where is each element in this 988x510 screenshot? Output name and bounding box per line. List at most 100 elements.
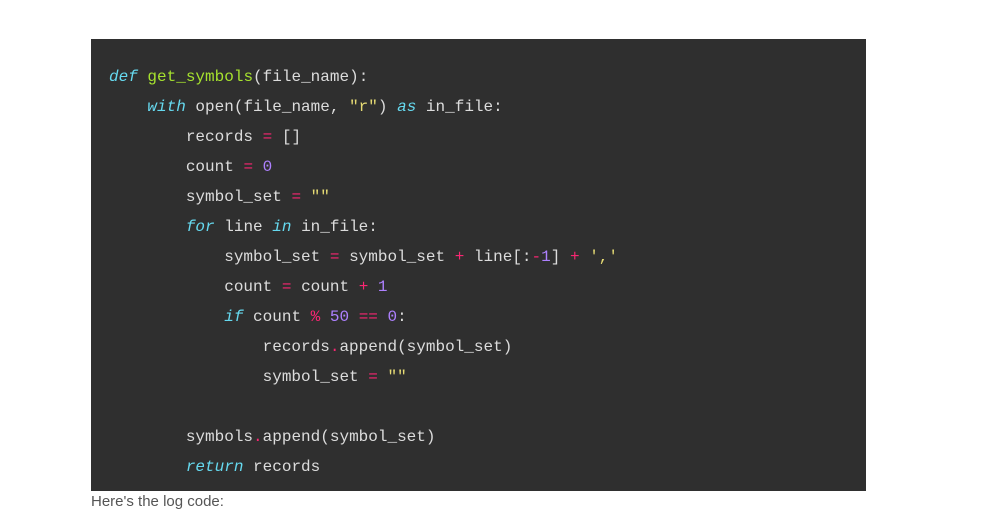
code-line: symbols.append(symbol_set)	[109, 422, 848, 452]
code-token	[109, 368, 263, 386]
code-token: ==	[359, 308, 378, 326]
code-token	[301, 188, 311, 206]
code-token	[580, 248, 590, 266]
code-token	[215, 218, 225, 236]
code-line: records.append(symbol_set)	[109, 332, 848, 362]
code-token: .	[253, 428, 263, 446]
code-token: line	[224, 218, 262, 236]
code-token	[109, 218, 186, 236]
code-token: (	[253, 68, 263, 86]
code-token	[349, 308, 359, 326]
code-token: as	[397, 98, 416, 116]
code-token	[320, 308, 330, 326]
code-line: for line in in_file:	[109, 212, 848, 242]
code-token: )	[426, 428, 436, 446]
code-token: +	[570, 248, 580, 266]
code-token: records	[263, 338, 330, 356]
code-token: count	[301, 278, 349, 296]
code-token: 0	[263, 158, 273, 176]
code-token: (	[397, 338, 407, 356]
caption-below: Here's the log code:	[91, 493, 224, 510]
code-token	[272, 278, 282, 296]
code-token: open	[195, 98, 233, 116]
code-line: symbol_set = ""	[109, 362, 848, 392]
code-token	[320, 248, 330, 266]
code-token: ,	[330, 98, 349, 116]
code-token: +	[359, 278, 369, 296]
code-token	[359, 368, 369, 386]
code-line: records = []	[109, 122, 848, 152]
code-token: symbol_set	[186, 188, 282, 206]
code-token: =	[282, 278, 292, 296]
code-token	[272, 128, 282, 146]
code-token	[109, 248, 224, 266]
code-line: return records	[109, 452, 848, 482]
code-token: symbol_set	[224, 248, 320, 266]
code-token: records	[253, 458, 320, 476]
code-token: file_name	[263, 68, 349, 86]
code-token: )	[349, 68, 359, 86]
code-block: def get_symbols(file_name): with open(fi…	[91, 39, 866, 491]
code-token: =	[330, 248, 340, 266]
code-token: count	[186, 158, 234, 176]
code-token	[186, 98, 196, 116]
code-token: symbol_set	[407, 338, 503, 356]
code-token	[138, 68, 148, 86]
code-token: :	[397, 308, 407, 326]
code-token: []	[282, 128, 301, 146]
code-token	[109, 128, 186, 146]
code-token	[291, 218, 301, 236]
code-token: count	[224, 278, 272, 296]
code-token: :	[522, 248, 532, 266]
code-token	[368, 278, 378, 296]
code-token: 50	[330, 308, 349, 326]
code-token: (	[234, 98, 244, 116]
code-token: .	[330, 338, 340, 356]
code-token: get_symbols	[147, 68, 253, 86]
code-token	[291, 278, 301, 296]
code-token: symbol_set	[263, 368, 359, 386]
code-token: ]	[551, 248, 561, 266]
code-token	[109, 338, 263, 356]
code-token: ""	[311, 188, 330, 206]
code-token	[349, 278, 359, 296]
code-token	[282, 188, 292, 206]
code-token: if	[224, 308, 243, 326]
code-line: if count % 50 == 0:	[109, 302, 848, 332]
code-token	[109, 428, 186, 446]
code-token: 0	[388, 308, 398, 326]
code-token: in	[272, 218, 291, 236]
page: def get_symbols(file_name): with open(fi…	[0, 0, 988, 504]
code-token: append	[263, 428, 321, 446]
code-token	[339, 248, 349, 266]
code-token: for	[186, 218, 215, 236]
code-token	[253, 158, 263, 176]
code-token	[416, 98, 426, 116]
code-token: count	[253, 308, 301, 326]
code-token	[253, 128, 263, 146]
code-token: records	[186, 128, 253, 146]
code-token	[243, 458, 253, 476]
code-token: =	[263, 128, 273, 146]
code-token: ','	[589, 248, 618, 266]
code-token: :	[359, 68, 369, 86]
code-token: =	[291, 188, 301, 206]
code-token	[109, 188, 186, 206]
code-token: append	[339, 338, 397, 356]
code-token: in_file	[301, 218, 368, 236]
code-line	[109, 392, 848, 422]
code-token: 1	[378, 278, 388, 296]
code-token: line	[474, 248, 512, 266]
code-token: ""	[387, 368, 406, 386]
code-token	[234, 158, 244, 176]
code-token: %	[311, 308, 321, 326]
code-token	[387, 98, 397, 116]
code-line: count = 0	[109, 152, 848, 182]
code-token: (	[320, 428, 330, 446]
code-token	[109, 158, 186, 176]
code-token	[109, 458, 186, 476]
code-token: :	[493, 98, 503, 116]
code-token: 1	[541, 248, 551, 266]
code-line: def get_symbols(file_name):	[109, 62, 848, 92]
code-token: with	[147, 98, 185, 116]
